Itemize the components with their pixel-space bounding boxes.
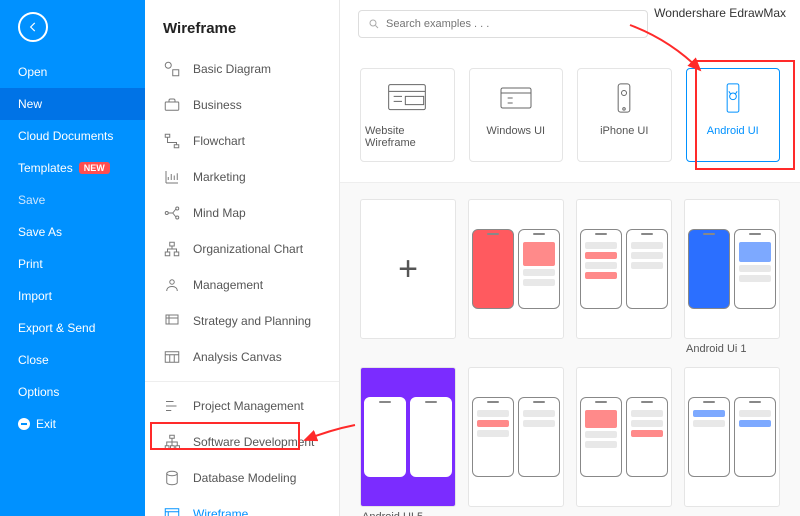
cat-label: Project Management	[193, 399, 304, 413]
template-item[interactable]	[468, 199, 564, 355]
type-label: Windows UI	[486, 125, 545, 137]
windows-icon	[496, 81, 536, 115]
cat-label: Business	[193, 98, 242, 112]
file-sidebar: Open New Cloud Documents Templates NEW S…	[0, 0, 145, 516]
type-label: iPhone UI	[600, 125, 648, 137]
template-blank[interactable]: +	[360, 199, 456, 355]
nav-exit-label: Exit	[36, 417, 56, 431]
nav-cloud-documents[interactable]: Cloud Documents	[0, 120, 145, 152]
wireframe-icon	[163, 505, 181, 516]
cat-project-mgmt[interactable]: Project Management	[145, 388, 339, 424]
type-website[interactable]: Website Wireframe	[360, 68, 455, 162]
template-item[interactable]	[684, 367, 780, 516]
template-label: Android UI 5	[360, 511, 456, 516]
exit-icon	[18, 418, 30, 430]
new-badge: NEW	[79, 162, 110, 174]
nav-save[interactable]: Save	[0, 184, 145, 216]
nav-export-send[interactable]: Export & Send	[0, 312, 145, 344]
template-android-ui-5[interactable]: Android UI 5	[360, 367, 456, 516]
cat-marketing[interactable]: Marketing	[145, 159, 339, 195]
type-android[interactable]: Android UI	[686, 68, 781, 162]
search-box[interactable]	[358, 10, 648, 38]
cat-label: Management	[193, 278, 263, 292]
cat-strategy[interactable]: Strategy and Planning	[145, 303, 339, 339]
cat-label: Marketing	[193, 170, 246, 184]
divider	[145, 381, 339, 382]
management-icon	[163, 276, 181, 294]
type-windows[interactable]: Windows UI	[469, 68, 564, 162]
shapes-icon	[163, 60, 181, 78]
template-gallery: + Android Ui 1 Android UI 5	[340, 183, 800, 516]
cat-business[interactable]: Business	[145, 87, 339, 123]
flowchart-icon	[163, 132, 181, 150]
nav-print[interactable]: Print	[0, 248, 145, 280]
cat-label: Basic Diagram	[193, 62, 271, 76]
nav-open[interactable]: Open	[0, 56, 145, 88]
org-icon	[163, 240, 181, 258]
cat-label: Mind Map	[193, 206, 246, 220]
nav-import[interactable]: Import	[0, 280, 145, 312]
website-icon	[387, 81, 427, 115]
template-item[interactable]	[576, 367, 672, 516]
type-iphone[interactable]: iPhone UI	[577, 68, 672, 162]
template-item[interactable]	[468, 367, 564, 516]
cat-analysis[interactable]: Analysis Canvas	[145, 339, 339, 375]
plus-icon: +	[398, 250, 418, 289]
type-label: Android UI	[707, 125, 759, 137]
cat-label: Strategy and Planning	[193, 314, 311, 328]
nav-options[interactable]: Options	[0, 376, 145, 408]
nav-new[interactable]: New	[0, 88, 145, 120]
cat-basic-diagram[interactable]: Basic Diagram	[145, 51, 339, 87]
main-panel: Wondershare EdrawMax Website Wireframe W…	[340, 0, 800, 516]
cat-label: Flowchart	[193, 134, 245, 148]
cat-mind-map[interactable]: Mind Map	[145, 195, 339, 231]
category-list: Basic Diagram Business Flowchart Marketi…	[145, 51, 339, 516]
nav-save-as[interactable]: Save As	[0, 216, 145, 248]
cat-label: Wireframe	[193, 507, 248, 516]
android-icon	[713, 81, 753, 115]
tree-icon	[163, 433, 181, 451]
brand-label: Wondershare EdrawMax	[654, 6, 786, 20]
template-item[interactable]	[576, 199, 672, 355]
search-icon	[368, 18, 380, 30]
nav-templates[interactable]: Templates NEW	[0, 152, 145, 184]
briefcase-icon	[163, 96, 181, 114]
template-label: Android Ui 1	[684, 343, 780, 355]
cat-label: Database Modeling	[193, 471, 296, 485]
category-title: Wireframe	[145, 0, 339, 51]
canvas-icon	[163, 348, 181, 366]
cat-label: Organizational Chart	[193, 242, 303, 256]
cat-label: Software Development	[193, 435, 314, 449]
search-input[interactable]	[386, 18, 638, 30]
type-label: Website Wireframe	[365, 125, 450, 149]
nav-close[interactable]: Close	[0, 344, 145, 376]
type-row: Website Wireframe Windows UI iPhone UI A…	[340, 38, 800, 183]
iphone-icon	[604, 81, 644, 115]
gantt-icon	[163, 397, 181, 415]
category-panel: Wireframe Basic Diagram Business Flowcha…	[145, 0, 340, 516]
database-icon	[163, 469, 181, 487]
cat-software-dev[interactable]: Software Development	[145, 424, 339, 460]
cat-management[interactable]: Management	[145, 267, 339, 303]
cat-database[interactable]: Database Modeling	[145, 460, 339, 496]
back-button[interactable]	[18, 12, 48, 42]
strategy-icon	[163, 312, 181, 330]
template-android-ui-1[interactable]: Android Ui 1	[684, 199, 780, 355]
nav-exit[interactable]: Exit	[0, 408, 145, 440]
mindmap-icon	[163, 204, 181, 222]
chart-icon	[163, 168, 181, 186]
cat-flowchart[interactable]: Flowchart	[145, 123, 339, 159]
cat-org-chart[interactable]: Organizational Chart	[145, 231, 339, 267]
cat-wireframe[interactable]: Wireframe	[145, 496, 339, 516]
nav-templates-label: Templates	[18, 161, 73, 175]
cat-label: Analysis Canvas	[193, 350, 282, 364]
